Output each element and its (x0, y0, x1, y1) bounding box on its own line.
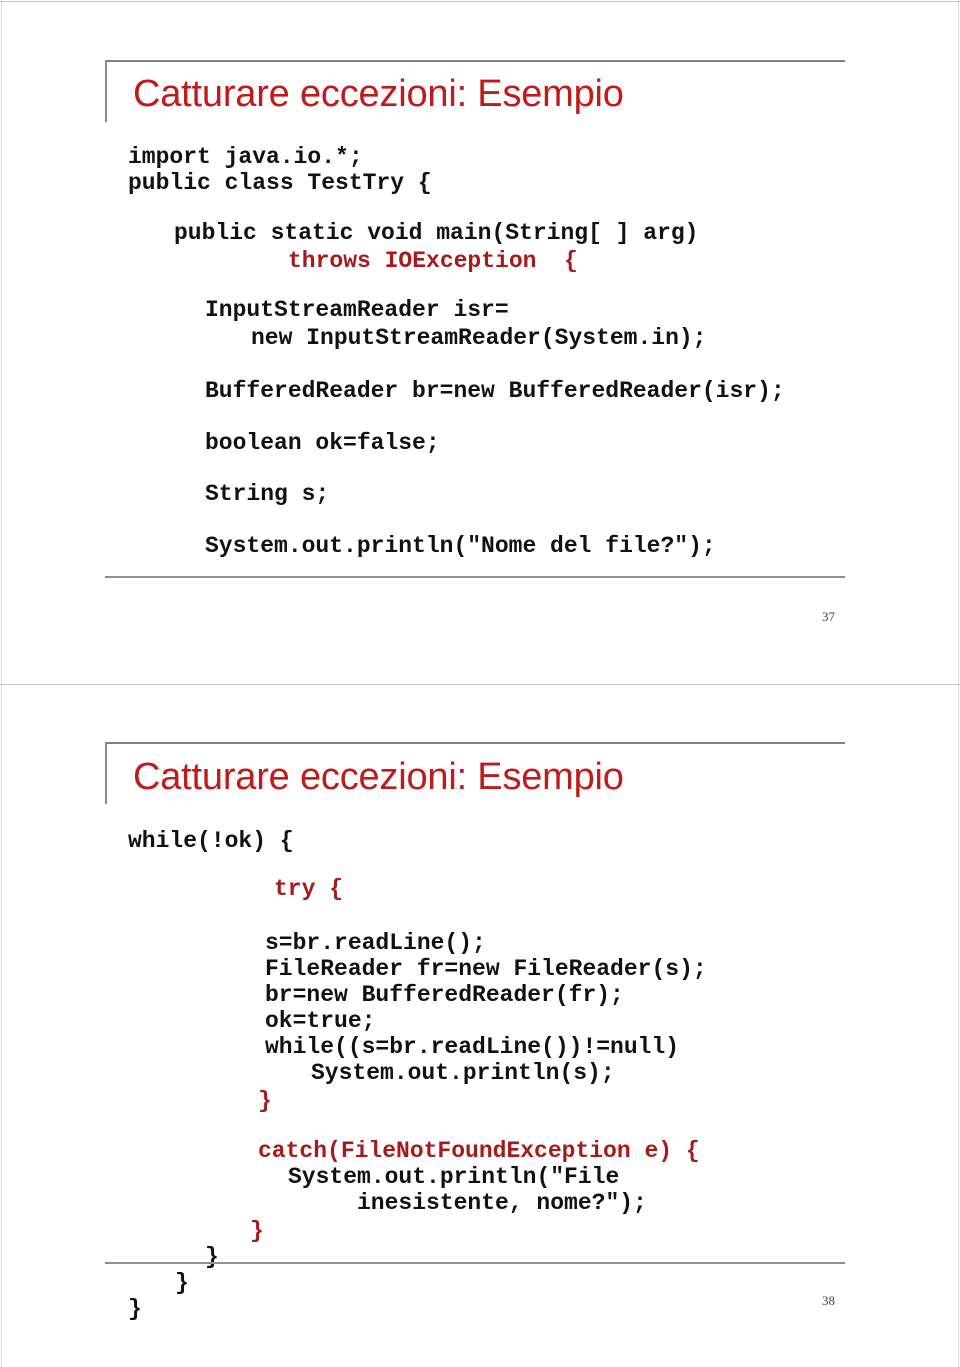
code-line: br=new BufferedReader(fr); (265, 982, 624, 1008)
slide-divider (0, 684, 960, 685)
code-line: s=br.readLine(); (265, 930, 486, 956)
title-top-rule (105, 742, 845, 744)
code-line: ok=true; (265, 1008, 376, 1034)
page-title: Catturare eccezioni: Esempio (133, 756, 624, 798)
code-line-brace: } (258, 1088, 272, 1114)
code-line-keyword: throws IOException { (288, 248, 578, 274)
code-line-brace: } (175, 1270, 189, 1296)
title-left-tick (105, 60, 107, 122)
code-line-keyword: try { (274, 876, 344, 902)
code-line: public static void main(String[ ] arg) (174, 220, 699, 246)
code-line: while((s=br.readLine())!=null) (265, 1034, 680, 1060)
code-line: FileReader fr=new FileReader(s); (265, 956, 707, 982)
page-top-rule (0, 1, 960, 2)
code-line: inesistente, nome?"); (357, 1190, 647, 1216)
code-line-brace: } (205, 1244, 219, 1270)
code-line: import java.io.*; (128, 144, 363, 170)
code-line: InputStreamReader isr= (205, 297, 509, 323)
code-line: String s; (205, 481, 330, 507)
code-line-brace: } (250, 1218, 264, 1244)
title-top-rule (105, 60, 845, 62)
code-line: boolean ok=false; (205, 430, 440, 456)
code-line: System.out.println(s); (311, 1060, 615, 1086)
code-line-brace: } (128, 1296, 142, 1322)
code-line: System.out.println("File (288, 1164, 620, 1190)
code-line: BufferedReader br=new BufferedReader(isr… (205, 378, 785, 404)
footer-rule (105, 1262, 845, 1264)
title-left-tick (105, 742, 107, 804)
code-line: new InputStreamReader(System.in); (251, 325, 707, 351)
footer-rule (105, 576, 845, 578)
code-line: while(!ok) { (128, 828, 294, 854)
page-title: Catturare eccezioni: Esempio (133, 73, 624, 115)
code-line: System.out.println("Nome del file?"); (205, 533, 716, 559)
code-line: public class TestTry { (128, 170, 432, 196)
page-number: 38 (822, 1293, 835, 1308)
code-line-keyword: catch(FileNotFoundException e) { (258, 1138, 700, 1164)
page-number: 37 (822, 609, 835, 624)
